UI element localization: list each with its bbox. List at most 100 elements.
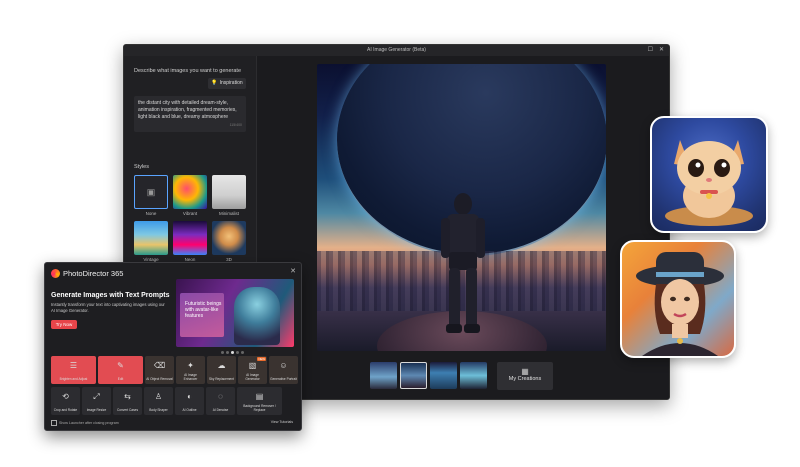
woman-portrait-image (620, 240, 736, 358)
convert-icon: ⇆ (124, 392, 131, 401)
tool-ai-denoise[interactable]: ◌ AI Denoise (206, 387, 235, 415)
tool-background-remover[interactable]: ▤ Background Remover / Replace (237, 387, 282, 415)
robot-figure (234, 287, 280, 345)
promo-headline: Generate Images with Text Prompts (51, 292, 170, 299)
styles-label: Styles (134, 164, 149, 170)
window-titlebar: AI Image Generator (Beta) ☐ ✕ (124, 45, 669, 56)
maximize-icon[interactable]: ☐ (648, 45, 653, 56)
tool-label: Image Resize (86, 408, 107, 413)
carousel-dot[interactable] (221, 351, 224, 354)
result-thumbnail[interactable] (370, 362, 397, 389)
sky-icon: ☁ (217, 361, 226, 370)
style-vintage[interactable]: Vintage (134, 221, 168, 263)
enhance-icon: ✦ (187, 361, 194, 370)
style-label: Minimalist (218, 211, 239, 216)
carousel-dot[interactable] (236, 351, 239, 354)
carousel-dot[interactable] (241, 351, 244, 354)
view-tutorials-link[interactable]: View Tutorials (271, 420, 293, 424)
banner-caption: Futuristic beings with avatar-like featu… (185, 301, 222, 320)
image-icon: ▣ (134, 175, 168, 209)
cat-illustration (665, 140, 753, 226)
carousel-dot-active[interactable] (231, 351, 234, 354)
close-icon[interactable]: ✕ (659, 45, 664, 56)
style-none[interactable]: ▣ None (134, 175, 168, 217)
tool-body-shaper[interactable]: ♙ Body Shaper (144, 387, 173, 415)
tool-label: Edit (117, 377, 124, 382)
tool-label: Convert Cases (116, 408, 139, 413)
resize-icon: ⤢ (93, 392, 100, 401)
result-thumbnail[interactable] (430, 362, 457, 389)
gallery-icon: ▦ (521, 367, 529, 376)
style-neon[interactable]: Neon (173, 221, 207, 263)
tool-ai-object-removal[interactable]: ⌫ AI Object Removal (145, 356, 174, 384)
carousel-dot[interactable] (226, 351, 229, 354)
window-title: AI Image Generator (Beta) (367, 47, 426, 53)
app-name: PhotoDirector 365 (63, 269, 124, 278)
portrait-icon: ☺ (279, 361, 288, 370)
sliders-icon: ☰ (69, 361, 78, 370)
edit-icon: ✎ (117, 361, 124, 370)
promo-banner-image[interactable]: Futuristic beings with avatar-like featu… (176, 279, 294, 347)
inspiration-label: Inspiration (219, 80, 243, 86)
ai-image-icon: ▧ (248, 361, 257, 370)
style-minimalist[interactable]: Minimalist (212, 175, 246, 217)
astronaut-figure (441, 193, 485, 333)
style-thumbnail (134, 221, 168, 255)
tool-edit[interactable]: ✎ Edit (98, 356, 143, 384)
photodirector-logo-icon (51, 269, 60, 278)
tool-label: Crop and Rotate (53, 408, 78, 413)
tool-ai-image-enhancer[interactable]: ✦ AI Image Enhancer (176, 356, 205, 384)
lightbulb-icon: 💡 (211, 80, 218, 86)
prompt-label: Describe what images you want to generat… (134, 68, 242, 74)
style-thumbnail (212, 175, 246, 209)
my-creations-button[interactable]: ▦ My Creations (497, 362, 553, 390)
prompt-char-count: 115/400 (229, 123, 242, 127)
carousel-dots[interactable] (221, 351, 244, 354)
tool-label: AI Outline (182, 408, 197, 413)
outline-icon: ◐ (187, 392, 192, 401)
tool-label: Brighten and Adjust (59, 377, 88, 382)
tool-label: Background Remover / Replace (243, 404, 276, 413)
denoise-icon: ◌ (218, 392, 223, 401)
result-thumbnails (370, 362, 487, 389)
result-thumbnail[interactable] (460, 362, 487, 389)
result-thumbnail-selected[interactable] (400, 362, 427, 389)
photodirector-launcher: PhotoDirector 365 ✕ Generate Images with… (44, 262, 302, 431)
style-3d[interactable]: 3D (212, 221, 246, 263)
tool-sky-replacement[interactable]: ☁ Sky Replacement (207, 356, 236, 384)
style-vibrant[interactable]: Vibrant (173, 175, 207, 217)
background-icon: ▤ (255, 392, 264, 401)
tool-crop-rotate[interactable]: ⟲ Crop and Rotate (51, 387, 80, 415)
prompt-text: the distant city with detailed dream-sty… (138, 100, 237, 120)
my-creations-label: My Creations (508, 376, 542, 382)
tool-label: AI Denoise (212, 408, 229, 413)
tool-row-2: ⟲ Crop and Rotate ⤢ Image Resize ⇆ Conve… (51, 387, 282, 415)
close-icon[interactable]: ✕ (290, 267, 296, 275)
tool-label: Generative Portrait (270, 377, 297, 382)
tool-image-resize[interactable]: ⤢ Image Resize (82, 387, 111, 415)
prompt-textarea[interactable]: the distant city with detailed dream-sty… (134, 96, 246, 132)
style-thumbnail (212, 221, 246, 255)
tool-label: AI Image Generator (245, 373, 260, 382)
show-launcher-checkbox[interactable] (51, 420, 57, 426)
style-label: None (145, 211, 157, 216)
tool-label: AI Object Removal (146, 377, 173, 382)
inspiration-button[interactable]: 💡 Inspiration (208, 78, 246, 89)
style-label: Vibrant (182, 211, 198, 216)
launcher-footer: Show Launcher after closing program View… (51, 420, 295, 428)
tool-label: Body Shaper (149, 408, 168, 413)
try-now-button[interactable]: Try Now (51, 320, 77, 329)
tool-generative-portrait[interactable]: ☺ Generative Portrait (269, 356, 298, 384)
tool-ai-image-generator[interactable]: NEW ▧ AI Image Generator (238, 356, 267, 384)
style-grid: ▣ None Vibrant Minimalist Vintage Neon 3… (134, 175, 246, 263)
style-thumbnail (173, 175, 207, 209)
show-launcher-label: Show Launcher after closing program (59, 420, 119, 425)
tool-label: AI Image Enhancer (183, 373, 198, 382)
tool-brighten-adjust[interactable]: ☰ Brighten and Adjust (51, 356, 96, 384)
tool-ai-outline[interactable]: ◐ AI Outline (175, 387, 204, 415)
launcher-header: PhotoDirector 365 (51, 269, 123, 278)
eraser-icon: ⌫ (153, 361, 166, 370)
tool-convert-cases[interactable]: ⇆ Convert Cases (113, 387, 142, 415)
style-thumbnail (173, 221, 207, 255)
tool-row-1: ☰ Brighten and Adjust ✎ Edit ⌫ AI Object… (51, 356, 298, 384)
